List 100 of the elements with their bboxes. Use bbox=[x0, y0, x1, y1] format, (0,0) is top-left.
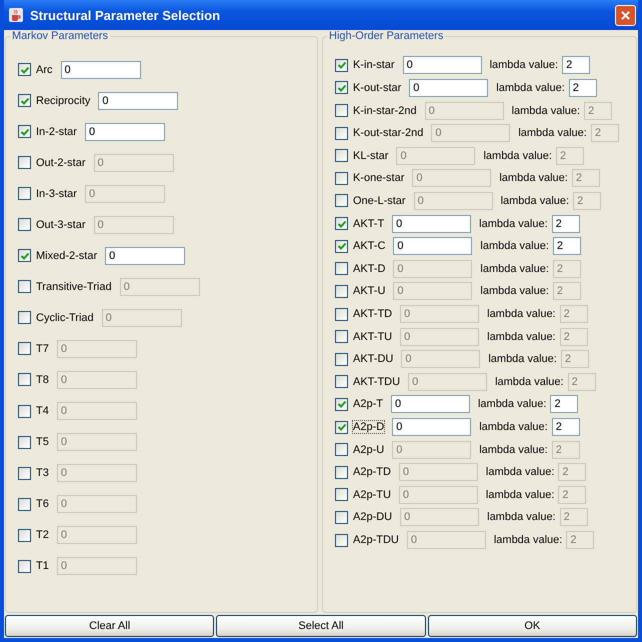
value-field[interactable]: 0 bbox=[120, 278, 200, 296]
value-field[interactable]: 0 bbox=[393, 237, 472, 256]
value-field[interactable]: 0 bbox=[56, 433, 137, 452]
value-field[interactable]: 0 bbox=[396, 146, 476, 165]
checkbox[interactable] bbox=[335, 352, 348, 366]
lambda-field[interactable]: 2 bbox=[568, 78, 597, 97]
checkbox[interactable] bbox=[18, 187, 31, 200]
checkbox[interactable] bbox=[335, 330, 348, 344]
checkbox[interactable] bbox=[335, 488, 348, 502]
value-field[interactable]: 0 bbox=[105, 246, 186, 265]
lambda-field[interactable]: 2 bbox=[566, 531, 594, 550]
value-field[interactable]: 0 bbox=[56, 370, 137, 389]
checkbox[interactable] bbox=[335, 240, 348, 253]
value-field[interactable]: 0 bbox=[56, 526, 137, 544]
value-field[interactable]: 0 bbox=[102, 308, 182, 327]
value-field[interactable]: 0 bbox=[60, 60, 140, 79]
checkbox[interactable] bbox=[18, 528, 31, 542]
select-all-button[interactable]: Select All bbox=[216, 615, 426, 637]
value-field[interactable]: 0 bbox=[414, 192, 493, 210]
value-field[interactable]: 0 bbox=[400, 328, 480, 346]
checkbox[interactable] bbox=[335, 58, 348, 72]
lambda-field[interactable]: 2 bbox=[572, 169, 600, 188]
lambda-field[interactable]: 2 bbox=[552, 418, 580, 436]
lambda-field[interactable]: 2 bbox=[560, 350, 589, 368]
value-field[interactable]: 0 bbox=[400, 305, 480, 323]
lambda-field[interactable]: 2 bbox=[556, 146, 584, 165]
checkbox[interactable] bbox=[18, 404, 31, 418]
checkbox[interactable] bbox=[335, 149, 348, 162]
value-field[interactable]: 0 bbox=[390, 395, 470, 414]
value-field[interactable]: 0 bbox=[98, 92, 178, 110]
checkbox[interactable] bbox=[335, 262, 348, 276]
checkbox[interactable] bbox=[335, 104, 348, 118]
value-field[interactable]: 0 bbox=[392, 214, 472, 233]
value-field[interactable]: 0 bbox=[401, 350, 480, 368]
value-field[interactable]: 0 bbox=[56, 557, 137, 576]
checkbox[interactable] bbox=[335, 443, 348, 456]
checkbox[interactable] bbox=[18, 466, 31, 480]
value-field[interactable]: 0 bbox=[406, 531, 486, 550]
clear-all-button[interactable]: Clear All bbox=[5, 615, 214, 637]
value-field[interactable]: 0 bbox=[398, 486, 478, 504]
value-field[interactable]: 0 bbox=[398, 463, 478, 482]
checkbox[interactable] bbox=[335, 398, 348, 411]
value-field[interactable]: 0 bbox=[393, 282, 472, 300]
value-field[interactable]: 0 bbox=[84, 122, 165, 141]
checkbox[interactable] bbox=[335, 510, 348, 524]
checkbox[interactable] bbox=[18, 94, 31, 108]
lambda-field[interactable]: 2 bbox=[558, 486, 586, 504]
lambda-field[interactable]: 2 bbox=[552, 260, 581, 278]
checkbox[interactable] bbox=[18, 436, 31, 449]
checkbox[interactable] bbox=[18, 125, 31, 138]
checkbox[interactable] bbox=[335, 420, 348, 434]
value-field[interactable]: 0 bbox=[392, 440, 472, 459]
checkbox[interactable] bbox=[335, 217, 348, 230]
checkbox[interactable] bbox=[335, 466, 348, 479]
lambda-field[interactable]: 2 bbox=[573, 192, 602, 210]
value-field[interactable]: 0 bbox=[94, 154, 174, 172]
lambda-field[interactable]: 2 bbox=[560, 328, 588, 346]
value-field[interactable]: 0 bbox=[56, 464, 137, 482]
checkbox[interactable] bbox=[335, 308, 348, 320]
lambda-field[interactable]: 2 bbox=[552, 440, 580, 459]
lambda-field[interactable]: 2 bbox=[590, 124, 619, 142]
checkbox[interactable] bbox=[18, 156, 31, 170]
checkbox[interactable] bbox=[18, 373, 31, 386]
lambda-field[interactable]: 2 bbox=[552, 282, 581, 300]
ok-button[interactable]: OK bbox=[428, 615, 637, 637]
lambda-field[interactable]: 2 bbox=[584, 102, 612, 120]
checkbox[interactable] bbox=[335, 534, 348, 547]
lambda-field[interactable]: 2 bbox=[562, 56, 590, 74]
lambda-field[interactable]: 2 bbox=[560, 305, 588, 323]
lambda-field[interactable]: 2 bbox=[560, 508, 588, 526]
checkbox[interactable] bbox=[335, 172, 348, 185]
checkbox[interactable] bbox=[18, 249, 31, 262]
lambda-field[interactable]: 2 bbox=[552, 237, 581, 256]
value-field[interactable]: 0 bbox=[431, 124, 510, 142]
checkbox[interactable] bbox=[18, 342, 31, 356]
value-field[interactable]: 0 bbox=[409, 78, 488, 97]
value-field[interactable]: 0 bbox=[392, 418, 472, 436]
value-field[interactable]: 0 bbox=[84, 184, 165, 203]
checkbox[interactable] bbox=[335, 81, 348, 94]
checkbox[interactable] bbox=[18, 218, 31, 232]
value-field[interactable]: 0 bbox=[402, 56, 482, 74]
checkbox[interactable] bbox=[335, 375, 348, 388]
value-field[interactable]: 0 bbox=[56, 402, 137, 420]
value-field[interactable]: 0 bbox=[56, 340, 137, 358]
checkbox[interactable] bbox=[335, 126, 348, 140]
value-field[interactable]: 0 bbox=[393, 260, 472, 278]
lambda-field[interactable]: 2 bbox=[552, 214, 580, 233]
checkbox[interactable] bbox=[18, 560, 31, 573]
checkbox[interactable] bbox=[18, 280, 31, 294]
value-field[interactable]: 0 bbox=[56, 495, 137, 514]
value-field[interactable]: 0 bbox=[424, 102, 504, 120]
value-field[interactable]: 0 bbox=[400, 508, 480, 526]
lambda-field[interactable]: 2 bbox=[568, 372, 596, 391]
close-button[interactable] bbox=[615, 4, 636, 26]
value-field[interactable]: 0 bbox=[408, 372, 488, 391]
lambda-field[interactable]: 2 bbox=[550, 395, 578, 414]
checkbox[interactable] bbox=[18, 498, 31, 511]
value-field[interactable]: 0 bbox=[94, 216, 174, 234]
checkbox[interactable] bbox=[335, 194, 348, 208]
value-field[interactable]: 0 bbox=[412, 169, 492, 188]
